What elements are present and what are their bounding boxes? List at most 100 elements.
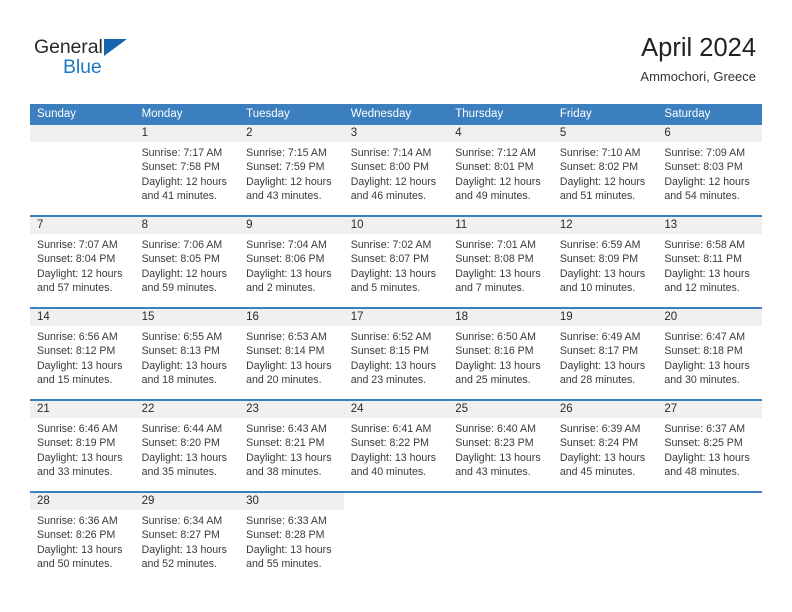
daylight-text: and 10 minutes. — [559, 281, 636, 294]
page-title: April 2024 — [641, 34, 756, 62]
daylight-text: and 35 minutes. — [141, 465, 217, 478]
sunset-text: Sunset: 8:06 PM — [246, 253, 325, 266]
day-details: Sunrise: 7:02 AM Sunset: 8:07 PM Daylight:… — [344, 234, 449, 295]
day-details: Sunrise: 7:15 AM Sunset: 7:59 PM Daylight:… — [239, 142, 344, 203]
calendar-day-cell[interactable]: 21 Sunrise: 6:46 AM Sunset: 8:19 PM Dayligh… — [30, 399, 135, 492]
day-details: Sunrise: 7:07 AM Sunset: 8:04 PM Daylight:… — [30, 234, 135, 295]
daylight-text: and 49 minutes. — [455, 189, 531, 202]
sunrise-text: Sunrise: 7:02 AM — [350, 239, 432, 251]
daylight-text: and 7 minutes. — [455, 281, 525, 294]
sunrise-text: Sunrise: 7:01 AM — [455, 239, 536, 251]
sunset-text: Sunset: 7:58 PM — [141, 161, 220, 174]
day-details: Sunrise: 7:14 AM Sunset: 8:00 PM Daylight:… — [344, 142, 449, 203]
calendar-day-cell[interactable]: 16 Sunrise: 6:53 AM Sunset: 8:14 PM Dayligh… — [239, 307, 344, 400]
calendar-day-cell[interactable] — [552, 491, 658, 583]
calendar-day-cell[interactable]: 23 Sunrise: 6:43 AM Sunset: 8:21 PM Dayligh… — [239, 399, 344, 492]
calendar-day-cell[interactable]: 15 Sunrise: 6:55 AM Sunset: 8:13 PM Dayligh… — [134, 307, 240, 400]
day-details — [553, 510, 658, 514]
logo-text-general: General — [34, 36, 103, 58]
title-block: April 2024 Ammochori, Greece — [640, 32, 756, 85]
daylight-text: and 12 minutes. — [664, 281, 740, 294]
calendar-day-cell[interactable]: 9 Sunrise: 7:04 AM Sunset: 8:06 PM Daylight… — [239, 215, 344, 308]
calendar-week-row: 21 Sunrise: 6:46 AM Sunset: 8:19 PM Dayligh… — [30, 399, 762, 492]
weekday-header-row: Sunday Monday Tuesday Wednesday Thursday… — [30, 104, 762, 125]
calendar-day-cell[interactable]: 3 Sunrise: 7:14 AM Sunset: 8:00 PM Daylight… — [343, 125, 449, 216]
calendar-week-row: 1 Sunrise: 7:17 AM Sunset: 7:58 PM Daylight… — [30, 125, 762, 216]
calendar-day-cell[interactable]: 4 Sunrise: 7:12 AM Sunset: 8:01 PM Daylight… — [448, 125, 553, 216]
day-details: Sunrise: 6:34 AM Sunset: 8:27 PM Daylight:… — [135, 510, 240, 571]
calendar-day-cell[interactable] — [448, 491, 553, 583]
sunrise-text: Sunrise: 7:07 AM — [37, 239, 118, 251]
day-number — [552, 493, 658, 510]
day-cell-inner: 2 Sunrise: 7:15 AM Sunset: 7:59 PM Daylight… — [239, 125, 344, 215]
day-cell-inner: 6 Sunrise: 7:09 AM Sunset: 8:03 PM Daylight… — [657, 125, 762, 215]
daylight-text: and 57 minutes. — [37, 281, 113, 294]
daylight-text: and 54 minutes. — [664, 189, 740, 202]
calendar-day-cell[interactable]: 14 Sunrise: 6:56 AM Sunset: 8:12 PM Dayligh… — [30, 307, 135, 400]
sunset-text: Sunset: 8:27 PM — [141, 529, 220, 542]
calendar-day-cell[interactable]: 5 Sunrise: 7:10 AM Sunset: 8:02 PM Daylight… — [552, 125, 658, 216]
calendar-day-cell[interactable]: 24 Sunrise: 6:41 AM Sunset: 8:22 PM Dayligh… — [343, 399, 449, 492]
calendar-day-cell[interactable]: 6 Sunrise: 7:09 AM Sunset: 8:03 PM Daylight… — [657, 125, 762, 216]
day-number: 9 — [239, 217, 344, 234]
day-number: 5 — [552, 125, 658, 142]
calendar-day-cell[interactable] — [30, 125, 135, 216]
calendar-day-cell[interactable]: 27 Sunrise: 6:37 AM Sunset: 8:25 PM Dayligh… — [657, 399, 762, 492]
calendar-day-cell[interactable]: 10 Sunrise: 7:02 AM Sunset: 8:07 PM Dayligh… — [343, 215, 449, 308]
calendar-day-cell[interactable]: 19 Sunrise: 6:49 AM Sunset: 8:17 PM Dayligh… — [552, 307, 658, 400]
day-details: Sunrise: 7:10 AM Sunset: 8:02 PM Daylight:… — [553, 142, 658, 203]
day-details: Sunrise: 6:59 AM Sunset: 8:09 PM Daylight:… — [553, 234, 658, 295]
calendar-week-row: 28 Sunrise: 6:36 AM Sunset: 8:26 PM Dayligh… — [30, 491, 762, 583]
day-number: 6 — [657, 125, 762, 142]
daylight-text: Daylight: 13 hours — [141, 543, 227, 556]
calendar-day-cell[interactable] — [657, 491, 762, 583]
day-cell-inner: 9 Sunrise: 7:04 AM Sunset: 8:06 PM Daylight… — [239, 217, 344, 307]
sunset-text: Sunset: 7:59 PM — [246, 161, 325, 174]
day-details — [657, 510, 762, 514]
daylight-text: Daylight: 13 hours — [37, 451, 123, 464]
day-cell-inner: 19 Sunrise: 6:49 AM Sunset: 8:17 PM Dayligh… — [552, 309, 658, 399]
sunrise-text: Sunrise: 7:09 AM — [664, 147, 746, 159]
calendar-day-cell[interactable]: 30 Sunrise: 6:33 AM Sunset: 8:28 PM Dayligh… — [239, 491, 344, 583]
calendar-day-cell[interactable]: 1 Sunrise: 7:17 AM Sunset: 7:58 PM Daylight… — [134, 125, 240, 216]
sunset-text: Sunset: 8:12 PM — [37, 345, 116, 358]
daylight-text: and 23 minutes. — [350, 373, 427, 386]
sunrise-text: Sunrise: 6:44 AM — [141, 423, 223, 435]
calendar-day-cell[interactable]: 2 Sunrise: 7:15 AM Sunset: 7:59 PM Daylight… — [239, 125, 344, 216]
calendar-day-cell[interactable]: 25 Sunrise: 6:40 AM Sunset: 8:23 PM Dayligh… — [448, 399, 553, 492]
daylight-text: and 2 minutes. — [246, 281, 316, 294]
sunrise-text: Sunrise: 6:52 AM — [350, 331, 432, 343]
calendar-day-cell[interactable]: 29 Sunrise: 6:34 AM Sunset: 8:27 PM Dayligh… — [134, 491, 240, 583]
sunrise-text: Sunrise: 7:15 AM — [246, 147, 327, 159]
calendar-day-cell[interactable]: 26 Sunrise: 6:39 AM Sunset: 8:24 PM Dayligh… — [552, 399, 658, 492]
day-cell-inner: 23 Sunrise: 6:43 AM Sunset: 8:21 PM Dayligh… — [239, 401, 344, 491]
calendar-day-cell[interactable]: 8 Sunrise: 7:06 AM Sunset: 8:05 PM Daylight… — [134, 215, 240, 308]
day-details: Sunrise: 6:50 AM Sunset: 8:16 PM Daylight:… — [448, 326, 553, 387]
day-details: Sunrise: 6:44 AM Sunset: 8:20 PM Daylight:… — [135, 418, 240, 479]
calendar-day-cell[interactable]: 22 Sunrise: 6:44 AM Sunset: 8:20 PM Dayligh… — [134, 399, 240, 492]
sunset-text: Sunset: 8:11 PM — [664, 253, 742, 266]
calendar-day-cell[interactable]: 17 Sunrise: 6:52 AM Sunset: 8:15 PM Dayligh… — [343, 307, 449, 400]
calendar-day-cell[interactable]: 7 Sunrise: 7:07 AM Sunset: 8:04 PM Daylight… — [30, 215, 135, 308]
weekday-header-monday: Monday — [134, 104, 240, 125]
calendar-day-cell[interactable]: 28 Sunrise: 6:36 AM Sunset: 8:26 PM Dayligh… — [30, 491, 135, 583]
calendar-day-cell[interactable]: 20 Sunrise: 6:47 AM Sunset: 8:18 PM Dayligh… — [657, 307, 762, 400]
daylight-text: and 28 minutes. — [559, 373, 636, 386]
sunset-text: Sunset: 8:02 PM — [559, 161, 639, 174]
sunrise-text: Sunrise: 6:59 AM — [559, 239, 641, 251]
calendar-day-cell[interactable]: 18 Sunrise: 6:50 AM Sunset: 8:16 PM Dayligh… — [448, 307, 553, 400]
calendar-day-cell[interactable] — [343, 491, 449, 583]
daylight-text: Daylight: 13 hours — [455, 451, 541, 464]
day-details: Sunrise: 6:46 AM Sunset: 8:19 PM Daylight:… — [30, 418, 135, 479]
day-cell-inner: 11 Sunrise: 7:01 AM Sunset: 8:08 PM Dayligh… — [448, 217, 553, 307]
calendar-day-cell[interactable]: 11 Sunrise: 7:01 AM Sunset: 8:08 PM Dayligh… — [448, 215, 553, 308]
day-cell-inner: 28 Sunrise: 6:36 AM Sunset: 8:26 PM Dayligh… — [30, 493, 135, 583]
day-cell-inner — [448, 493, 553, 583]
day-cell-inner: 14 Sunrise: 6:56 AM Sunset: 8:12 PM Dayligh… — [30, 309, 135, 399]
calendar-day-cell[interactable]: 12 Sunrise: 6:59 AM Sunset: 8:09 PM Dayligh… — [552, 215, 658, 308]
calendar-day-cell[interactable]: 13 Sunrise: 6:58 AM Sunset: 8:11 PM Dayligh… — [657, 215, 762, 308]
daylight-text: Daylight: 13 hours — [246, 543, 332, 556]
daylight-text: and 45 minutes. — [559, 465, 636, 478]
sunset-text: Sunset: 8:13 PM — [141, 345, 220, 358]
sunset-text: Sunset: 8:24 PM — [559, 437, 639, 450]
